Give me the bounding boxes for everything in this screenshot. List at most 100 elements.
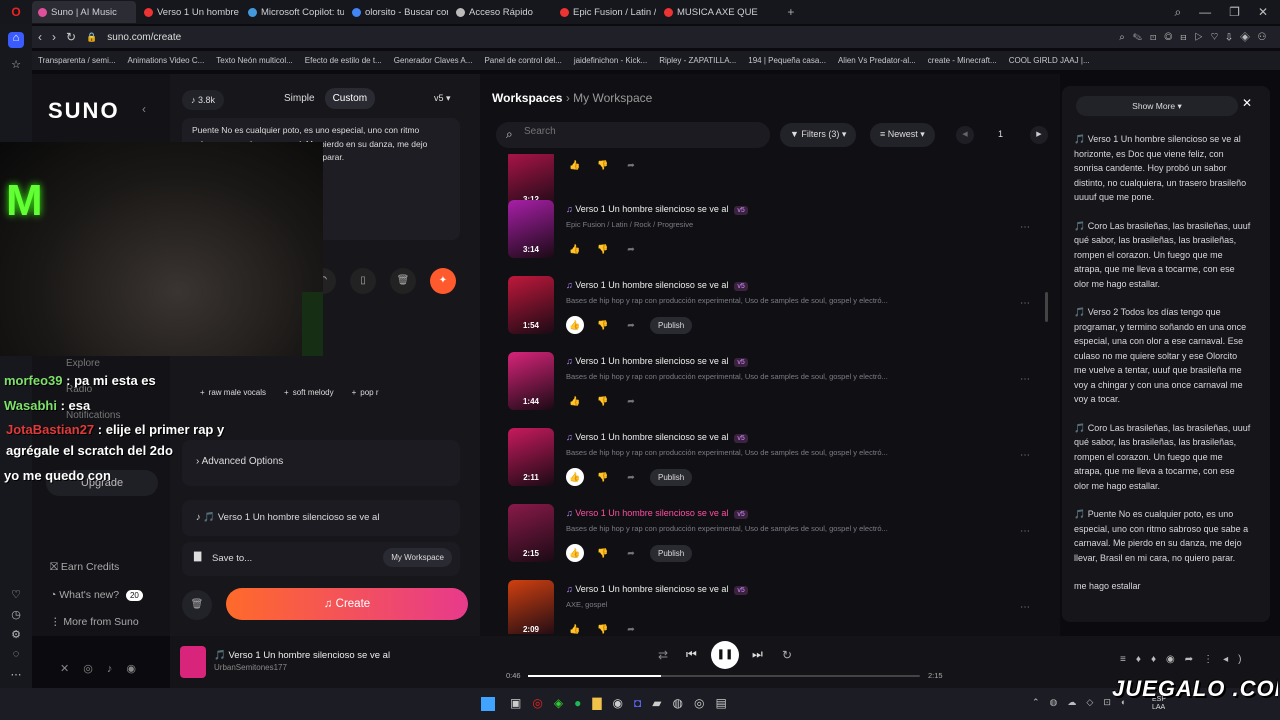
song-title[interactable]: ♫ Verso 1 Un hombre silencioso se ve al v…	[566, 280, 748, 291]
collapse-sidebar-icon[interactable]: ‹	[142, 102, 146, 116]
like-icon[interactable]: 👍	[566, 544, 584, 562]
bookmark-item[interactable]: Texto Neón multicol...	[216, 56, 292, 65]
browser-tab[interactable]: Microsoft Copilot: tu com	[242, 1, 344, 23]
song-title[interactable]: ♫ Verso 1 Un hombre silencioso se ve al v…	[566, 432, 748, 443]
browser-tab[interactable]: Verso 1 Un hombre c	[138, 1, 240, 23]
song-cover[interactable]: 1:54	[508, 276, 554, 334]
bookmark-item[interactable]: Panel de control del...	[484, 56, 561, 65]
player-title[interactable]: 🎵 Verso 1 Un hombre silencioso se ve al	[214, 650, 390, 661]
more-icon[interactable]: ⋯	[8, 668, 24, 684]
new-tab-button[interactable]: +	[787, 5, 794, 19]
browser-tab[interactable]: MUSICA AXE QUE ESTILO	[658, 1, 760, 23]
filters-button[interactable]: ▼ Filters (3) ▾	[780, 123, 857, 147]
song-cover[interactable]: 2:11	[508, 428, 554, 486]
social-icons[interactable]: ✕◎♪◉	[60, 662, 150, 675]
song-cover[interactable]: 3:14	[508, 200, 554, 258]
breadcrumb-workspaces[interactable]: Workspaces	[492, 91, 562, 105]
whats-new-link[interactable]: ◔ What's new? 20	[50, 589, 143, 601]
bulb-icon[interactable]: ◌	[8, 648, 24, 664]
bookmark-item[interactable]: Ripley - ZAPATILLA...	[659, 56, 736, 65]
song-cover[interactable]: 2:15	[508, 504, 554, 562]
song-cover[interactable]: 1:44	[508, 352, 554, 410]
song-title-field[interactable]: ♪ 🎵 Verso 1 Un hombre silencioso se ve a…	[182, 500, 460, 536]
share-icon[interactable]: ➦	[622, 156, 640, 174]
bookmark-item[interactable]: Transparenta / semi...	[38, 56, 116, 65]
dislike-icon[interactable]: 👎	[594, 544, 612, 562]
repeat-icon[interactable]: ↻	[782, 648, 792, 662]
like-icon[interactable]: 👍	[566, 156, 584, 174]
mode-custom[interactable]: Custom	[324, 88, 376, 109]
page-number[interactable]: 1	[998, 129, 1003, 139]
more-options-icon[interactable]: ⋯	[1020, 374, 1030, 385]
prev-page-button[interactable]: ◀	[956, 126, 974, 144]
bookmark-item[interactable]: create - Minecraft...	[928, 56, 997, 65]
version-select[interactable]: v5 ▾	[434, 93, 451, 104]
scrollbar[interactable]	[1045, 292, 1048, 322]
next-page-button[interactable]: ▶	[1030, 126, 1048, 144]
tag-soft-melody[interactable]: + soft melody	[284, 388, 334, 397]
song-row[interactable]: 3:14 ♫ Verso 1 Un hombre silencioso se ve…	[490, 200, 1045, 270]
more-from-suno-link[interactable]: ⋮ More from Suno	[50, 616, 139, 628]
shuffle-icon[interactable]: ⇄	[658, 648, 668, 662]
like-icon[interactable]: 👍	[566, 468, 584, 486]
show-more-button[interactable]: Show More ▾	[1076, 96, 1238, 116]
more-options-icon[interactable]: ⋯	[1020, 222, 1030, 233]
earn-credits-link[interactable]: ⛝ Earn Credits	[50, 561, 119, 574]
dislike-icon[interactable]: 👎	[594, 316, 612, 334]
delete-icon[interactable]: 🗑	[390, 268, 416, 294]
search-input[interactable]	[524, 126, 754, 137]
player-artist[interactable]: UrbanSemitones177	[214, 663, 287, 672]
toolbar-icons[interactable]: ⌕✎⊡◎⊟▷♡⇩◈⚇	[1119, 32, 1274, 43]
search-tabs-icon[interactable]: ⌕	[1174, 5, 1181, 20]
more-options-icon[interactable]: ⋯	[1020, 298, 1030, 309]
song-title[interactable]: ♫ Verso 1 Un hombre silencioso se ve al v…	[566, 356, 748, 367]
bookmark-item[interactable]: Generador Claves A...	[394, 56, 473, 65]
bookmark-item[interactable]: COOL GIRLD JAAJ |...	[1009, 56, 1090, 65]
song-row[interactable]: 2:11 ♫ Verso 1 Un hombre silencioso se ve…	[490, 428, 1045, 498]
settings-icon[interactable]: ⚙	[8, 628, 24, 644]
mode-simple[interactable]: Simple	[278, 88, 321, 109]
song-row[interactable]: 2:15 ♫ Verso 1 Un hombre silencioso se ve…	[490, 504, 1045, 574]
opera-logo-icon[interactable]: O	[0, 5, 32, 19]
progress-track[interactable]	[528, 675, 920, 677]
player-actions[interactable]: ≡♦♦◉➦⋮◂)	[1120, 654, 1252, 665]
nav-explore[interactable]: Explore	[66, 358, 100, 369]
like-icon[interactable]: 👍	[566, 240, 584, 258]
browser-tab[interactable]: olorsito - Buscar con Goo	[346, 1, 448, 23]
reload-icon[interactable]: ↻	[66, 30, 76, 44]
publish-button[interactable]: Publish	[650, 468, 693, 486]
minimize-icon[interactable]: —	[1199, 5, 1211, 19]
bookmark-item[interactable]: Animations Video C...	[128, 56, 205, 65]
search-box[interactable]: ⌕	[496, 122, 770, 148]
bookmark-item[interactable]: Alien Vs Predator-al...	[838, 56, 916, 65]
dislike-icon[interactable]: 👎	[594, 156, 612, 174]
create-button[interactable]: ♫ Create	[226, 588, 468, 620]
bookmark-item[interactable]: Efecto de estilo de t...	[305, 56, 382, 65]
forward-icon[interactable]: ›	[52, 30, 56, 44]
like-icon[interactable]: 👍	[566, 392, 584, 410]
dislike-icon[interactable]: 👎	[594, 392, 612, 410]
publish-button[interactable]: Publish	[650, 544, 693, 562]
bookmark-icon[interactable]: ▯	[350, 268, 376, 294]
next-track-icon[interactable]: ⏭	[752, 647, 763, 662]
magic-icon[interactable]: ✦	[430, 268, 456, 294]
publish-button[interactable]: Publish	[650, 316, 693, 334]
song-cover[interactable]: 2:09	[508, 580, 554, 634]
song-title[interactable]: ♫ Verso 1 Un hombre silencioso se ve al v…	[566, 508, 748, 519]
maximize-icon[interactable]: ❐	[1229, 5, 1240, 19]
heart-icon[interactable]: ♡	[8, 588, 24, 604]
song-row[interactable]: 2:09 ♫ Verso 1 Un hombre silencioso se ve…	[490, 580, 1045, 634]
like-icon[interactable]: 👍	[566, 620, 584, 634]
share-icon[interactable]: ➦	[622, 544, 640, 562]
browser-tab[interactable]: Suno | AI Music	[32, 1, 136, 23]
share-icon[interactable]: ➦	[622, 316, 640, 334]
workspace-select[interactable]: My Workspace	[383, 548, 452, 567]
save-to-row[interactable]: ▇ Save to... My Workspace	[182, 542, 460, 576]
like-icon[interactable]: 👍	[566, 316, 584, 334]
share-icon[interactable]: ➦	[622, 468, 640, 486]
close-window-icon[interactable]: ✕	[1258, 5, 1268, 19]
sort-button[interactable]: ≡ Newest ▾	[870, 123, 935, 147]
more-options-icon[interactable]: ⋯	[1020, 450, 1030, 461]
share-icon[interactable]: ➦	[622, 240, 640, 258]
bookmark-item[interactable]: 194 | Pequeña casa...	[748, 56, 826, 65]
